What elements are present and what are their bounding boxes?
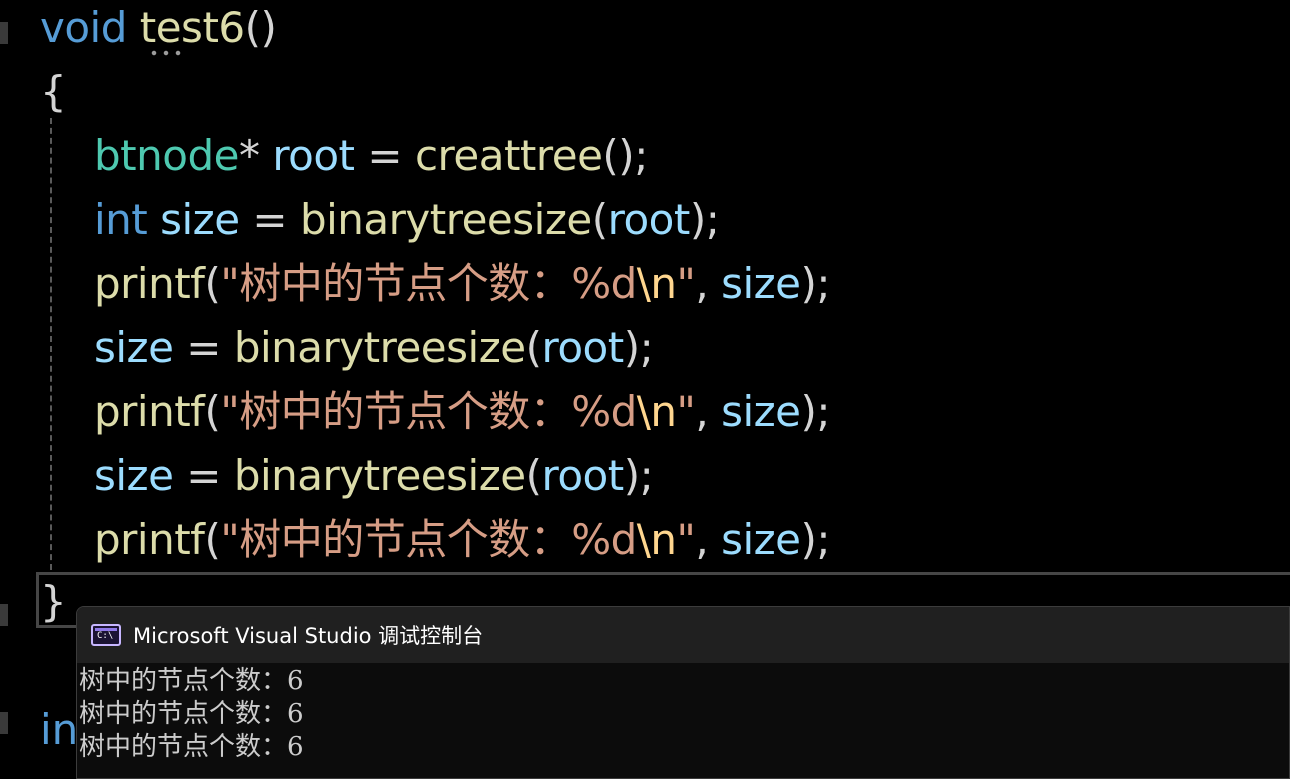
code-token: , bbox=[695, 259, 722, 308]
code-token: "树中的节点个数：%d bbox=[220, 515, 637, 564]
code-token: \n bbox=[636, 259, 677, 308]
code-token: root bbox=[541, 451, 624, 500]
code-token: ( bbox=[204, 387, 221, 436]
screen: void test6(){btnode* root = creattree();… bbox=[0, 0, 1290, 779]
suggestion-squiggle bbox=[148, 50, 182, 56]
code-token: size bbox=[94, 451, 174, 500]
code-token: ( bbox=[204, 515, 221, 564]
code-token: = bbox=[354, 131, 415, 180]
code-token: ( bbox=[591, 195, 608, 244]
console-app-icon: C:\ bbox=[91, 624, 121, 646]
code-token: btnode bbox=[94, 131, 239, 180]
code-token: binarytreesize bbox=[233, 451, 526, 500]
console-output: 树中的节点个数：6 树中的节点个数：6 树中的节点个数：6 bbox=[77, 663, 1289, 764]
console-icon-label: C:\ bbox=[97, 631, 114, 641]
code-line[interactable]: printf("树中的节点个数：%d\n", size); bbox=[40, 252, 831, 316]
code-line[interactable]: size = binarytreesize(root); bbox=[40, 444, 654, 508]
gutter-marker bbox=[0, 604, 8, 626]
code-line[interactable]: btnode* root = creattree(); bbox=[40, 124, 648, 188]
code-line[interactable]: printf("树中的节点个数：%d\n", size); bbox=[40, 508, 831, 572]
code-token: " bbox=[676, 387, 696, 436]
code-token: size bbox=[721, 515, 801, 564]
code-token: size bbox=[721, 387, 801, 436]
code-token: " bbox=[676, 259, 696, 308]
code-token: ( bbox=[525, 323, 542, 372]
code-token: (); bbox=[602, 131, 648, 180]
code-token: " bbox=[676, 515, 696, 564]
code-token: void bbox=[40, 3, 127, 52]
code-token: * bbox=[238, 131, 273, 180]
code-token: ( bbox=[204, 259, 221, 308]
code-token: printf bbox=[94, 387, 205, 436]
code-token: = bbox=[173, 323, 234, 372]
code-line[interactable]: printf("树中的节点个数：%d\n", size); bbox=[40, 380, 831, 444]
code-token: "树中的节点个数：%d bbox=[220, 259, 637, 308]
console-output-line: 树中的节点个数：6 bbox=[79, 699, 304, 729]
code-token: printf bbox=[94, 515, 205, 564]
code-token: ); bbox=[800, 259, 831, 308]
code-token: \n bbox=[636, 515, 677, 564]
code-token: = bbox=[173, 451, 234, 500]
console-title: Microsoft Visual Studio 调试控制台 bbox=[133, 624, 484, 648]
code-token: ); bbox=[800, 515, 831, 564]
code-token: creattree bbox=[414, 131, 603, 180]
code-token: () bbox=[244, 3, 277, 52]
code-token: , bbox=[695, 387, 722, 436]
code-token: root bbox=[272, 131, 355, 180]
code-token: size bbox=[721, 259, 801, 308]
console-titlebar[interactable]: C:\ Microsoft Visual Studio 调试控制台 bbox=[77, 607, 1289, 663]
code-token: root bbox=[607, 195, 691, 244]
code-line-partial: in bbox=[40, 705, 79, 754]
code-token: "树中的节点个数：%d bbox=[220, 387, 637, 436]
code-token: = bbox=[239, 195, 300, 244]
gutter-marker bbox=[0, 712, 8, 734]
code-token: printf bbox=[94, 259, 205, 308]
code-token: \n bbox=[636, 387, 677, 436]
indent-guide bbox=[50, 118, 52, 570]
code-token: ); bbox=[689, 195, 720, 244]
code-token: ); bbox=[623, 323, 654, 372]
code-token: size bbox=[160, 195, 240, 244]
console-output-line: 树中的节点个数：6 bbox=[79, 666, 304, 696]
code-token: test6 bbox=[139, 3, 245, 52]
code-token: , bbox=[695, 515, 722, 564]
code-line[interactable]: size = binarytreesize(root); bbox=[40, 316, 654, 380]
code-token: binarytreesize bbox=[233, 323, 526, 372]
code-token: { bbox=[40, 67, 67, 116]
code-token: ); bbox=[800, 387, 831, 436]
code-token: ( bbox=[525, 451, 542, 500]
code-token: ); bbox=[623, 451, 654, 500]
code-line[interactable]: { bbox=[40, 60, 67, 124]
code-token: binarytreesize bbox=[299, 195, 592, 244]
code-token: root bbox=[541, 323, 624, 372]
code-token: size bbox=[94, 323, 174, 372]
code-token: int bbox=[94, 195, 148, 244]
code-line[interactable]: int size = binarytreesize(root); bbox=[40, 188, 720, 252]
debug-console-window[interactable]: C:\ Microsoft Visual Studio 调试控制台 树中的节点个… bbox=[76, 606, 1290, 779]
gutter-marker bbox=[0, 22, 8, 44]
console-output-line: 树中的节点个数：6 bbox=[79, 732, 304, 762]
